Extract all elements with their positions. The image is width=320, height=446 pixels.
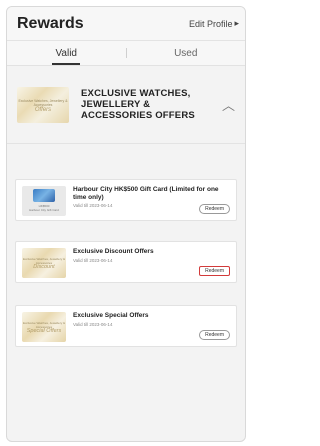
offer-thumbnail: Exclusive Watches, Jewellery & Accessori… [22,248,66,278]
redeem-button[interactable]: Redeem [199,204,230,214]
chevron-up-icon[interactable]: ︿ [222,95,235,114]
thumb-caption: Exclusive Watches, Jewellery & Accessori… [18,98,68,107]
tab-bar: Valid Used [7,41,245,66]
rewards-panel: Rewards Edit Profile ▸ Valid Used Exclus… [6,6,246,442]
offer-valid-date: Valid till 2023-06-14 [73,321,113,327]
thumb-script: Offers [34,106,52,113]
offer-name: Exclusive Discount Offers [73,248,154,255]
offer-info: Harbour City HK$500 Gift Card (Limited f… [73,186,230,214]
gift-card-thumbnail: HK$500 Harbour City Gift Card [22,186,66,216]
edit-profile-link[interactable]: Edit Profile ▸ [189,18,239,29]
offer-info: Exclusive Special Offers Valid till 2023… [73,312,230,340]
tab-valid[interactable]: Valid [7,48,126,65]
thumb-caption: HK$500 Harbour City Gift Card [29,204,59,212]
offer-valid-date: Valid till 2023-06-14 [73,257,113,263]
thumb-script: Discount [33,264,55,270]
offer-card-special[interactable]: Exclusive Watches, Jewellery & Accessori… [15,305,237,347]
page-title: Rewards [17,14,84,32]
chevron-right-icon: ▸ [234,18,239,28]
thumb-script: Special Offers [26,328,62,334]
category-title: EXCLUSIVE WATCHES, JEWELLERY & ACCESSORI… [81,88,195,121]
offer-name: Harbour City HK$500 Gift Card (Limited f… [73,186,219,201]
offer-thumbnail: Exclusive Watches, Jewellery & Accessori… [22,312,66,342]
tab-used[interactable]: Used [127,48,246,59]
edit-profile-label[interactable]: Edit Profile [189,19,233,29]
offer-card-discount[interactable]: Exclusive Watches, Jewellery & Accessori… [15,241,237,283]
offer-name: Exclusive Special Offers [73,312,149,319]
gift-card-image [33,189,55,202]
category-header[interactable]: Exclusive Watches, Jewellery & Accessori… [7,66,245,144]
offer-info: Exclusive Discount Offers Valid till 202… [73,248,230,276]
redeem-button[interactable]: Redeem [199,330,230,340]
category-thumbnail: Exclusive Watches, Jewellery & Accessori… [17,86,69,123]
header-bar: Rewards Edit Profile ▸ [7,7,245,41]
offer-card-gift-card[interactable]: HK$500 Harbour City Gift Card Harbour Ci… [15,179,237,221]
redeem-button[interactable]: Redeem [199,266,230,276]
